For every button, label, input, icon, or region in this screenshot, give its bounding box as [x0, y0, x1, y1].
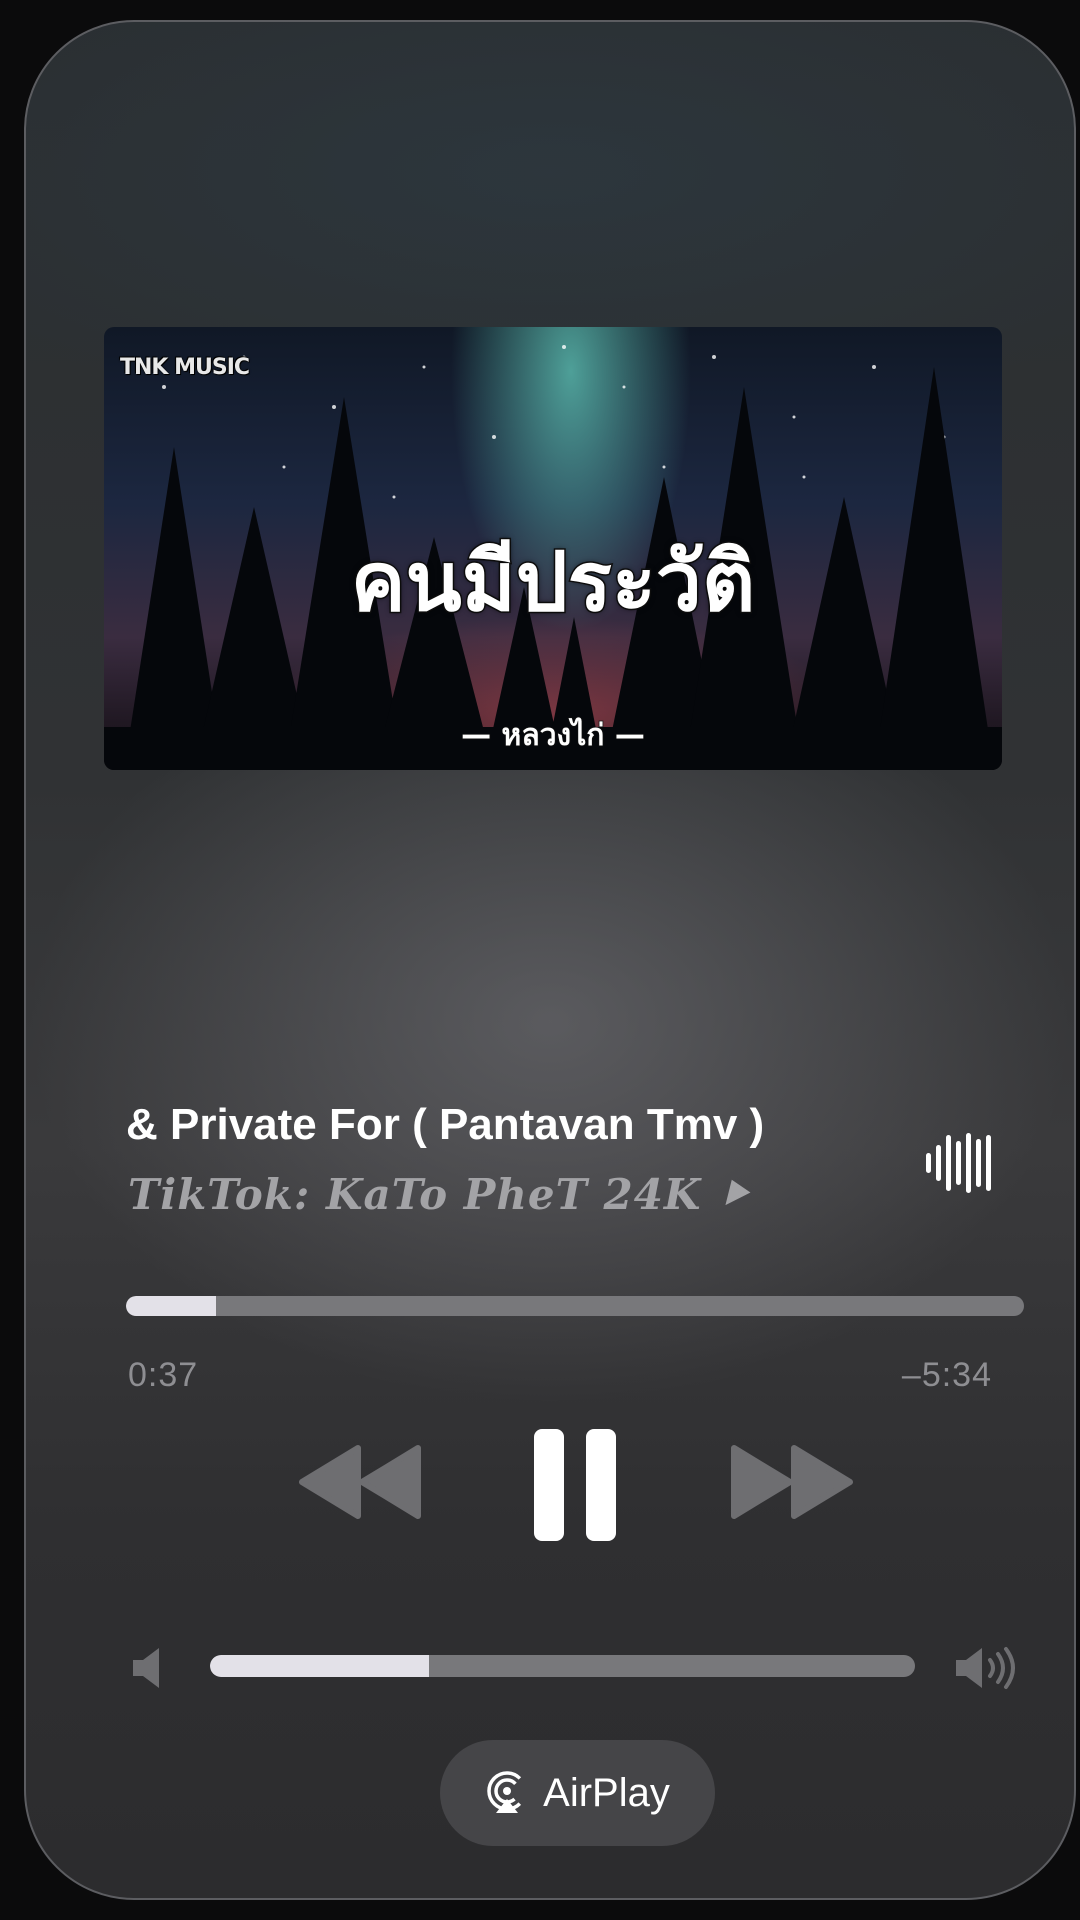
volume-slider[interactable] — [210, 1655, 915, 1677]
speaker-high-icon — [956, 1647, 1015, 1689]
song-artist[interactable]: TikTok: KaTo PheT 24K ⯈ — [128, 1170, 752, 1220]
pause-icon — [534, 1429, 616, 1541]
airplay-label: AirPlay — [543, 1770, 670, 1815]
fast-forward-button[interactable] — [728, 1444, 854, 1520]
remaining-time: –5:34 — [901, 1356, 992, 1394]
airplay-button[interactable]: AirPlay — [440, 1740, 715, 1846]
now-playing-card: TNK MUSIC คนมีประวัติ — หลวงไก่ — & Priv… — [24, 20, 1076, 1900]
artwork-label: TNK MUSIC — [120, 355, 250, 380]
album-artwork: TNK MUSIC คนมีประวัติ — หลวงไก่ — — [104, 327, 1002, 770]
volume-min-button[interactable] — [131, 1646, 165, 1690]
playback-progress-fill — [126, 1296, 216, 1316]
airplay-icon — [487, 1771, 527, 1813]
artwork-subtitle: — หลวงไก่ — — [460, 717, 645, 754]
speaker-low-icon — [133, 1648, 159, 1688]
fast-forward-icon — [731, 1445, 853, 1519]
elapsed-time: 0:37 — [128, 1356, 199, 1394]
volume-level-fill — [210, 1655, 429, 1677]
rewind-icon — [299, 1445, 421, 1519]
song-title[interactable]: & Private For ( Pantavan Tmv ) — [126, 1100, 764, 1150]
volume-max-button[interactable] — [954, 1646, 1022, 1690]
waveform-icon[interactable] — [924, 1127, 996, 1199]
rewind-button[interactable] — [298, 1444, 424, 1520]
pause-button[interactable] — [532, 1427, 618, 1543]
playback-scrubber[interactable] — [126, 1296, 1024, 1316]
artwork-title: คนมีประวัติ — [349, 534, 756, 632]
